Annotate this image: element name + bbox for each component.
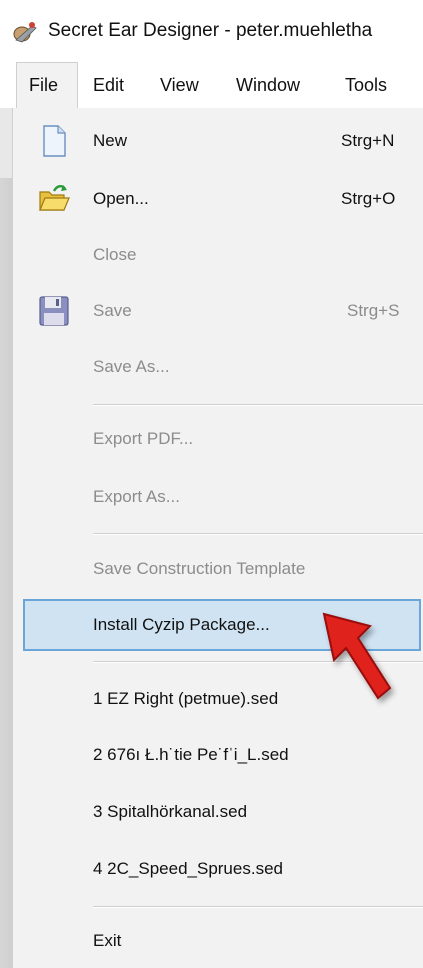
menu-tools[interactable]: Tools [345, 62, 387, 108]
title-bar: Secret Ear Designer - peter.muehletha [0, 0, 423, 62]
open-folder-icon [39, 185, 70, 211]
menu-item-label: 3 Spitalhörkanal.sed [93, 802, 248, 821]
menu-item-label: Save [93, 301, 132, 320]
menu-item-label: Export PDF... [93, 429, 194, 448]
menu-item-label: 1 EZ Right (petmue).sed [93, 689, 279, 708]
save-disk-icon [39, 296, 69, 326]
menu-separator [93, 404, 423, 406]
menu-window[interactable]: Window [236, 62, 300, 108]
menu-item-label: 2 676ı Ł.h˙tie Pe˙fˈi_L.sed [93, 745, 289, 764]
menu-item-label: Save As... [93, 357, 170, 376]
menu-item-save[interactable]: Save Strg+S [23, 286, 423, 336]
menu-item-save-as[interactable]: Save As... [23, 342, 423, 392]
menu-item-exit[interactable]: Exit [23, 916, 423, 966]
menu-item-recent-file-2[interactable]: 2 676ı Ł.h˙tie Pe˙fˈi_L.sed [23, 730, 423, 780]
window-background-strip [0, 108, 12, 968]
app-logo-icon [13, 22, 37, 43]
menu-file[interactable]: File [16, 62, 78, 108]
menu-edit[interactable]: Edit [93, 62, 124, 108]
menu-item-open[interactable]: Open... Strg+O [23, 174, 423, 224]
menu-item-label: Exit [93, 931, 122, 950]
menu-item-label: Save Construction Template [93, 559, 306, 578]
menu-item-shortcut: Strg+O [341, 189, 396, 208]
menu-item-label: 4 2C_Speed_Sprues.sed [93, 859, 283, 878]
menu-item-close[interactable]: Close [23, 230, 423, 280]
menu-item-label: New [93, 131, 128, 150]
window-title: Secret Ear Designer - peter.muehletha [48, 20, 373, 41]
menu-item-shortcut: Strg+S [347, 301, 400, 320]
menu-item-label: Open... [93, 189, 149, 208]
pointer-arrow-icon [322, 612, 392, 700]
new-file-icon [43, 125, 66, 157]
menu-item-recent-file-4[interactable]: 4 2C_Speed_Sprues.sed [23, 844, 423, 894]
menu-item-new[interactable]: New Strg+N [23, 116, 423, 166]
menu-item-label: Close [93, 245, 137, 264]
menu-item-recent-file-3[interactable]: 3 Spitalhörkanal.sed [23, 787, 423, 837]
menu-separator [93, 906, 423, 908]
file-menu-dropdown: New Strg+N Open... Strg+O Close Save Str… [12, 108, 423, 968]
menu-item-save-construction-template[interactable]: Save Construction Template [23, 544, 423, 594]
menu-item-export-as[interactable]: Export As... [23, 472, 423, 522]
menu-bar: File Edit View Window Tools [0, 62, 423, 109]
menu-item-shortcut: Strg+N [341, 131, 395, 150]
menu-item-label: Install Cyzip Package... [93, 615, 270, 634]
menu-item-export-pdf[interactable]: Export PDF... [23, 414, 423, 464]
menu-view[interactable]: View [160, 62, 199, 108]
menu-separator [93, 533, 423, 535]
menu-item-label: Export As... [93, 487, 180, 506]
